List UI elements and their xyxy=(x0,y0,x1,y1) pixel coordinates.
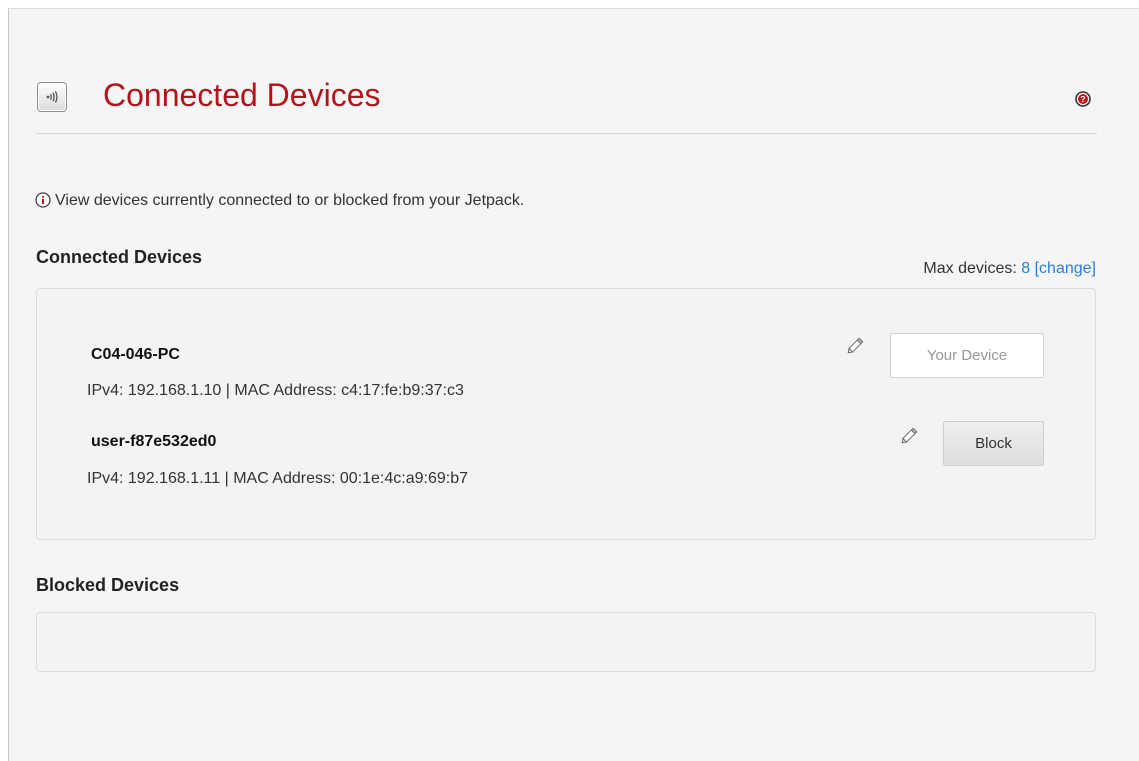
page-header: Connected Devices ? xyxy=(36,71,1097,134)
blocked-devices-panel xyxy=(36,612,1096,672)
device-name: C04-046-PC xyxy=(91,346,180,363)
page-title: Connected Devices xyxy=(103,77,381,113)
wireless-device-icon xyxy=(37,82,67,112)
device-details: IPv4: 192.168.1.11 | MAC Address: 00:1e:… xyxy=(87,470,468,487)
block-button[interactable]: Block xyxy=(943,421,1044,466)
max-devices-value[interactable]: 8 xyxy=(1021,260,1030,277)
help-icon[interactable]: ? xyxy=(1075,91,1091,107)
pencil-icon[interactable] xyxy=(846,335,866,355)
info-icon xyxy=(35,192,51,208)
blocked-devices-heading: Blocked Devices xyxy=(36,575,180,595)
svg-text:?: ? xyxy=(1080,94,1085,104)
connected-devices-panel: C04-046-PC IPv4: 192.168.1.10 | MAC Addr… xyxy=(36,288,1096,540)
device-name: user-f87e532ed0 xyxy=(91,433,217,450)
info-text: View devices currently connected to or b… xyxy=(55,192,525,209)
max-devices-label: Max devices: xyxy=(923,260,1017,277)
max-devices: Max devices: 8 [change] xyxy=(923,259,1096,279)
change-max-devices-link[interactable]: [change] xyxy=(1035,260,1096,277)
your-device-button[interactable]: Your Device xyxy=(890,333,1044,378)
connected-devices-heading: Connected Devices xyxy=(36,247,203,267)
device-details: IPv4: 192.168.1.10 | MAC Address: c4:17:… xyxy=(87,382,464,399)
info-message: View devices currently connected to or b… xyxy=(35,191,524,211)
pencil-icon[interactable] xyxy=(900,425,920,445)
page-frame: Connected Devices ? View devices current… xyxy=(8,8,1139,761)
